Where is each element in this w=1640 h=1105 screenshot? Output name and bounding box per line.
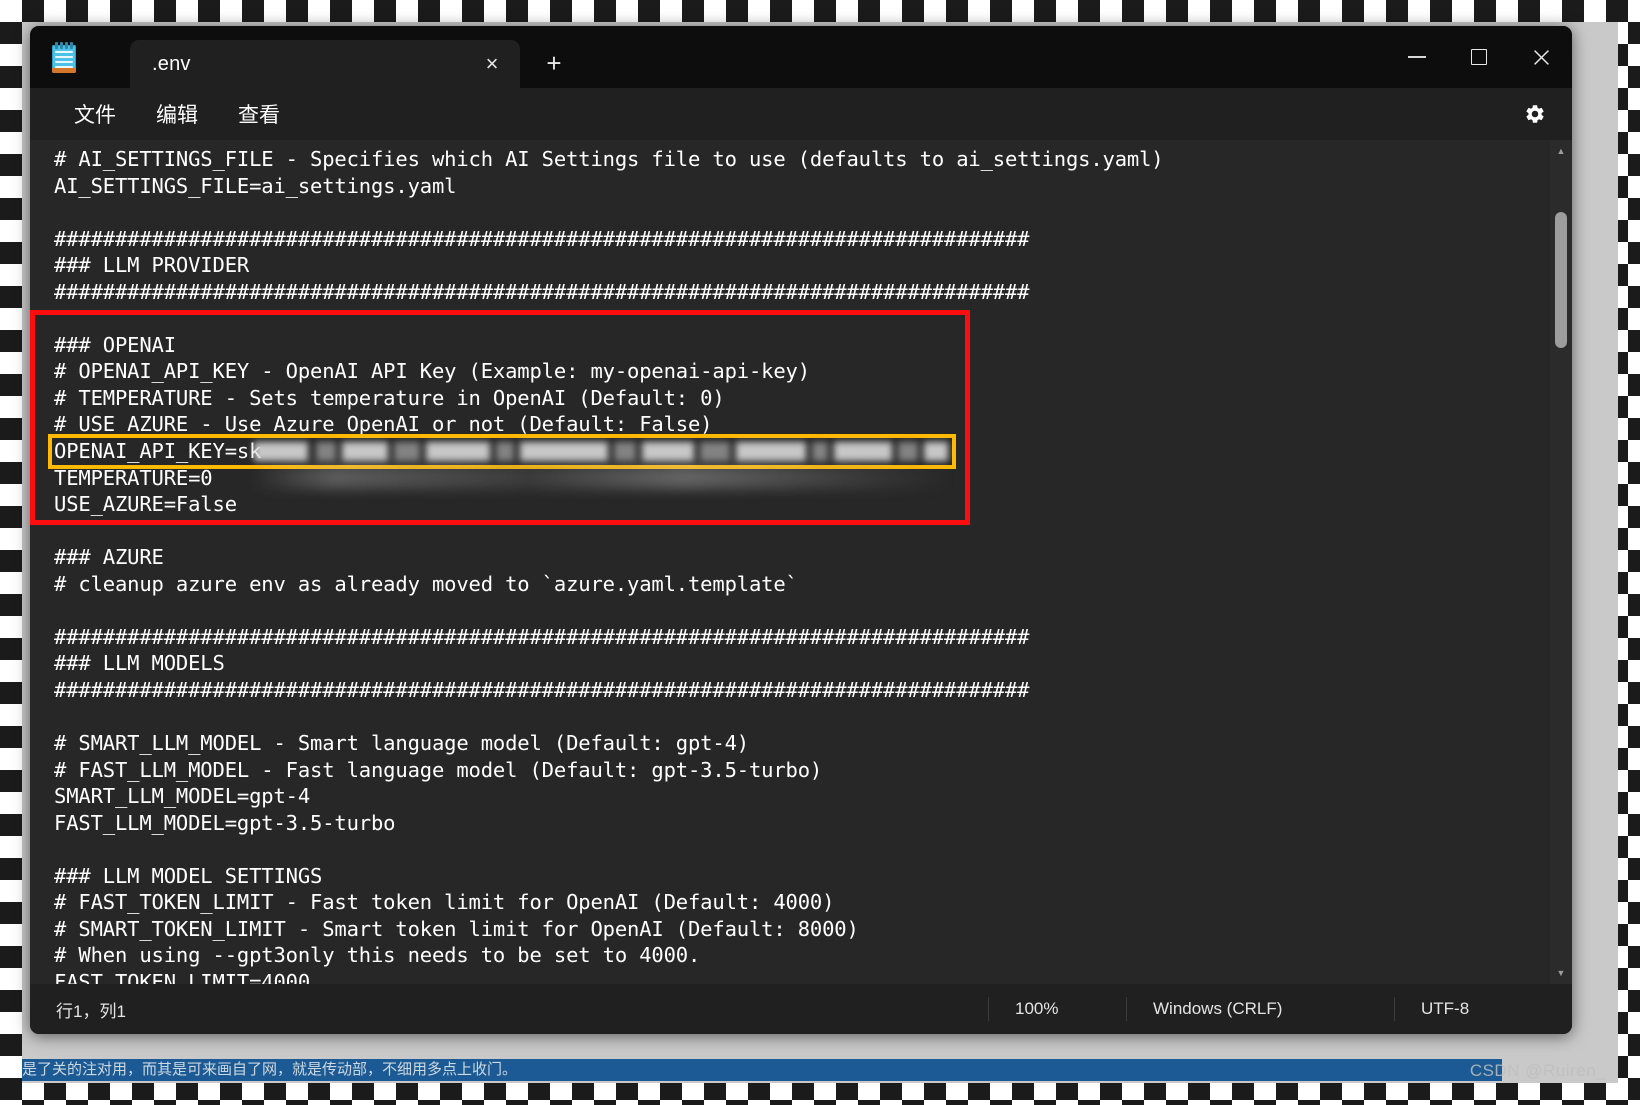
background-selected-text-strip: 是了关的注对用，而其是可来画自了网，就是传动部，不细用多点上收门。 <box>22 1057 1618 1083</box>
scroll-up-arrow[interactable]: ▲ <box>1550 140 1572 162</box>
background-selected-text: 是了关的注对用，而其是可来画自了网，就是传动部，不细用多点上收门。 <box>22 1059 1502 1081</box>
close-tab-icon[interactable]: × <box>474 46 510 82</box>
title-bar: .env × + <box>30 26 1572 88</box>
new-tab-icon[interactable]: + <box>535 44 573 82</box>
line-ending[interactable]: Windows (CRLF) <box>1126 997 1394 1021</box>
status-bar: 行1，列1 100% Windows (CRLF) UTF-8 <box>30 984 1572 1034</box>
editor-area: # AI_SETTINGS_FILE - Specifies which AI … <box>30 140 1572 984</box>
scrollbar-track[interactable] <box>1550 162 1572 962</box>
text-editor[interactable]: # AI_SETTINGS_FILE - Specifies which AI … <box>30 140 1548 984</box>
minimize-icon <box>1408 56 1426 58</box>
maximize-icon <box>1471 49 1487 65</box>
menu-bar: 文件 编辑 查看 <box>30 88 1572 140</box>
scroll-down-arrow[interactable]: ▼ <box>1550 962 1572 984</box>
notepad-window: .env × + 文件 编辑 查看 # AI_SETTINGS_FILE - S… <box>30 26 1572 1034</box>
editor-scrollbar[interactable]: ▲ ▼ <box>1550 140 1572 984</box>
notepad-icon <box>49 42 79 74</box>
env-file-content[interactable]: # AI_SETTINGS_FILE - Specifies which AI … <box>54 146 1548 984</box>
menu-edit[interactable]: 编辑 <box>140 93 214 135</box>
close-icon <box>1533 49 1549 65</box>
minimize-button[interactable] <box>1386 26 1448 88</box>
tab-label: .env <box>152 52 191 75</box>
close-window-button[interactable] <box>1510 26 1572 88</box>
gear-icon <box>1526 105 1544 123</box>
scrollbar-thumb[interactable] <box>1555 212 1567 348</box>
settings-button[interactable] <box>1516 95 1554 133</box>
screen-root: 是了关的注对用，而其是可来画自了网，就是传动部，不细用多点上收门。 .env ×… <box>0 0 1640 1105</box>
menu-file[interactable]: 文件 <box>58 93 132 135</box>
cursor-position: 行1，列1 <box>56 1001 126 1021</box>
encoding[interactable]: UTF-8 <box>1394 997 1572 1021</box>
menu-view[interactable]: 查看 <box>222 93 296 135</box>
zoom-level[interactable]: 100% <box>988 997 1126 1021</box>
tab-env[interactable]: .env × <box>130 40 520 88</box>
maximize-button[interactable] <box>1448 26 1510 88</box>
window-controls <box>1386 26 1572 88</box>
